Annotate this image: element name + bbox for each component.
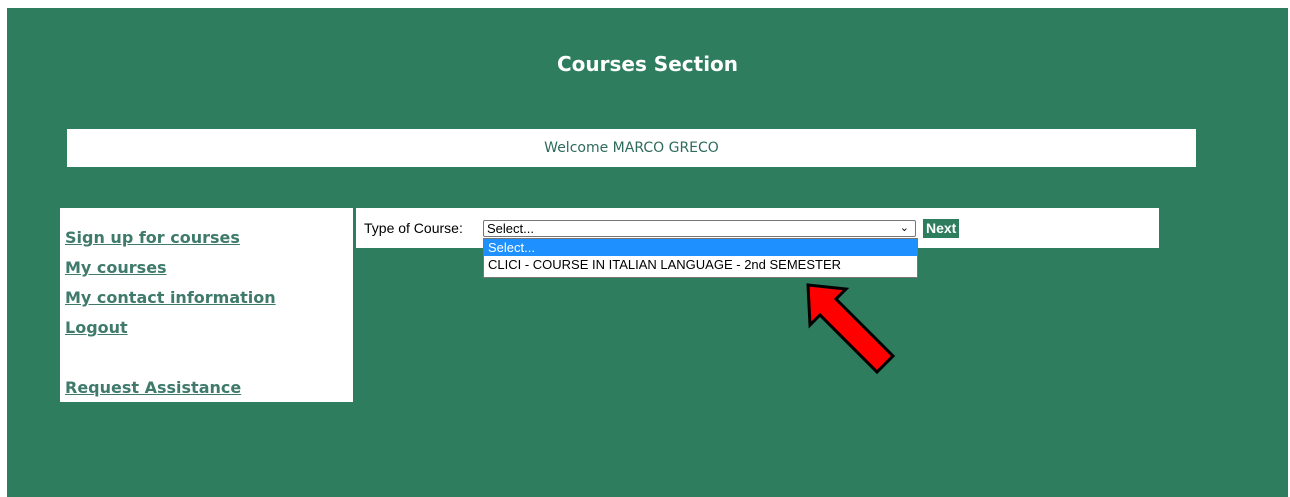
dropdown-option-select[interactable]: Select... bbox=[484, 239, 917, 256]
course-type-label: Type of Course: bbox=[364, 220, 463, 236]
sidebar-item-sign-up[interactable]: Sign up for courses bbox=[65, 228, 240, 247]
sidebar-item-logout[interactable]: Logout bbox=[65, 318, 128, 337]
sidebar-item-contact-information[interactable]: My contact information bbox=[65, 288, 276, 307]
course-type-select[interactable]: Select... ⌄ bbox=[483, 220, 916, 237]
dropdown-option-clici[interactable]: CLICI - COURSE IN ITALIAN LANGUAGE - 2nd… bbox=[484, 256, 917, 273]
sidebar-item-request-assistance[interactable]: Request Assistance bbox=[65, 378, 241, 397]
course-type-select-value: Select... bbox=[487, 221, 534, 236]
chevron-down-icon: ⌄ bbox=[899, 222, 909, 234]
next-button[interactable]: Next bbox=[923, 219, 960, 238]
sidebar-item-my-courses[interactable]: My courses bbox=[65, 258, 167, 277]
welcome-banner: Welcome MARCO GRECO bbox=[67, 129, 1196, 167]
course-type-dropdown-list: Select... CLICI - COURSE IN ITALIAN LANG… bbox=[483, 238, 918, 278]
page-title: Courses Section bbox=[556, 52, 739, 76]
sidebar: Sign up for courses My courses My contac… bbox=[60, 208, 353, 402]
